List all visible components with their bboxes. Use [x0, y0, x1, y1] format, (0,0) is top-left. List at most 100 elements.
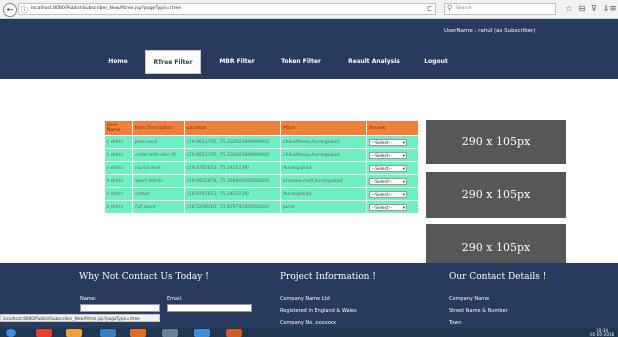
- user-label: UserName : rahul (as Subscriber): [444, 28, 536, 34]
- pocket-icon[interactable]: ⊽: [589, 3, 599, 15]
- contact-line: Town: [449, 320, 462, 326]
- chevron-down-icon: ▾: [402, 153, 405, 159]
- nav-token-filter[interactable]: Token Filter: [272, 50, 330, 74]
- cell-location: (19.8811705, 75.30202389999992): [184, 135, 281, 149]
- chevron-down-icon: ▾: [402, 192, 405, 198]
- cell-location: (19.8811705, 75.30202389999992): [184, 148, 281, 162]
- review-select[interactable]: --Select-- ▾: [369, 203, 407, 211]
- review-select-value: --Select--: [372, 192, 392, 198]
- project-line: Company No. xxxxxxx: [280, 320, 336, 326]
- chevron-down-icon: ▾: [402, 205, 405, 211]
- cell-item-name: t-shirts: [104, 187, 133, 201]
- cell-review: --Select-- ▾: [366, 187, 419, 201]
- search-icon: ⚲: [447, 4, 453, 12]
- cell-review: --Select-- ▾: [366, 135, 419, 149]
- cell-location: (18.5204303, 73.85674360000002): [184, 200, 281, 214]
- cell-item-name: t-shirts: [104, 161, 133, 175]
- project-line: Registered in England & Wales: [280, 308, 357, 314]
- browser-search-box[interactable]: ⚲ Search: [444, 3, 556, 15]
- chevron-down-icon: ▾: [402, 140, 405, 146]
- project-info-title: Project Information !: [280, 272, 376, 282]
- cell-item-description: collar with slim fit: [132, 148, 185, 162]
- col-review: Review: [366, 120, 419, 136]
- address-bar[interactable]: ⓘ localhost:8080/PublishSubscriber_New/R…: [18, 3, 436, 15]
- email-input[interactable]: [167, 304, 252, 312]
- name-input[interactable]: [80, 304, 160, 312]
- cell-review: --Select-- ▾: [366, 161, 419, 175]
- cell-location: (19.8921876, 75.36680500000003): [184, 174, 281, 188]
- cell-item-description: cotton: [132, 187, 185, 201]
- review-select[interactable]: --Select-- ▾: [369, 190, 407, 198]
- review-select-value: --Select--: [372, 166, 392, 172]
- ad-placeholder: 290 x 105px: [426, 172, 566, 218]
- cell-item-description: round neck: [132, 161, 185, 175]
- table-row: t-shirts round neck (19.8761653, 75.3433…: [104, 161, 419, 175]
- cell-item-description: polo neck: [132, 135, 185, 149]
- url-text[interactable]: localhost:8080/PublishSubscriber_New/Rtr…: [31, 6, 181, 11]
- file-explorer-icon[interactable]: [100, 329, 116, 337]
- table-row: t-shirts polo neck (19.8811705, 75.30202…: [104, 135, 419, 149]
- review-select-value: --Select--: [372, 205, 392, 211]
- cell-place: chikalthana,Aurangabad: [280, 148, 367, 162]
- browser-toolbar: ← ⓘ localhost:8080/PublishSubscriber_New…: [0, 0, 618, 19]
- cell-place: chikalthana,Aurangabad: [280, 135, 367, 149]
- email-label: Email:: [167, 296, 183, 302]
- col-item-description: Item Description: [132, 120, 185, 136]
- ad-placeholder: 290 x 105px: [426, 120, 566, 164]
- col-place: Place: [280, 120, 367, 136]
- start-button-icon[interactable]: [6, 329, 16, 337]
- table-row: t-shirts cotton (19.8761653, 75.3433139)…: [104, 187, 419, 201]
- java-icon[interactable]: [226, 329, 242, 337]
- review-select-value: --Select--: [372, 140, 392, 146]
- chevron-down-icon: ▾: [402, 166, 405, 172]
- cell-review: --Select-- ▾: [366, 200, 419, 214]
- table-row: t-shirts full sleve (18.5204303, 73.8567…: [104, 200, 419, 214]
- cell-place: prozone mall,Aurangabad: [280, 174, 367, 188]
- contact-line: Company Name: [449, 296, 490, 302]
- nav-logout[interactable]: Logout: [418, 50, 454, 74]
- col-item-name: Item Name: [104, 120, 133, 136]
- paint-icon[interactable]: [66, 329, 82, 337]
- cell-place: Aurangabad: [280, 187, 367, 201]
- cell-item-description: sport tshirts: [132, 174, 185, 188]
- contact-line: Street Name & Number: [449, 308, 508, 314]
- contact-details-title: Our Contact Details !: [449, 272, 547, 282]
- browser-app-icon[interactable]: [194, 329, 210, 337]
- bookmark-star-icon[interactable]: ☆: [564, 3, 574, 15]
- review-select[interactable]: --Select-- ▾: [369, 151, 407, 159]
- cell-item-name: t-shirts: [104, 135, 133, 149]
- cell-place: pune: [280, 200, 367, 214]
- search-placeholder: Search: [456, 6, 472, 11]
- media-player-icon[interactable]: [130, 329, 146, 337]
- menu-icon[interactable]: ≡: [608, 3, 618, 15]
- reader-icon[interactable]: ⊟: [577, 3, 587, 15]
- cell-location: (19.8761653, 75.3433139): [184, 187, 281, 201]
- col-location: Location: [184, 120, 281, 136]
- review-select-value: --Select--: [372, 153, 392, 159]
- opera-icon[interactable]: [36, 329, 52, 337]
- review-select[interactable]: --Select-- ▾: [369, 164, 407, 172]
- cell-review: --Select-- ▾: [366, 148, 419, 162]
- project-line: Company Name Ltd: [280, 296, 330, 302]
- cell-item-description: full sleve: [132, 200, 185, 214]
- back-arrow-icon[interactable]: ←: [3, 3, 17, 17]
- nav-result-analysis[interactable]: Result Analysis: [339, 50, 409, 74]
- app-icon[interactable]: [162, 329, 178, 337]
- info-icon[interactable]: ⓘ: [21, 5, 28, 15]
- clock-date: 01-05-2016: [590, 332, 615, 337]
- table-header-row: Item Name Item Description Location Plac…: [104, 120, 419, 136]
- review-select[interactable]: --Select-- ▾: [369, 177, 407, 185]
- table-row: t-shirts sport tshirts (19.8921876, 75.3…: [104, 174, 419, 188]
- items-table-wrapper: Item Name Item Description Location Plac…: [104, 120, 419, 214]
- cell-item-name: t-shirts: [104, 148, 133, 162]
- review-select-value: --Select--: [372, 179, 392, 185]
- review-select[interactable]: --Select-- ▾: [369, 138, 407, 146]
- chevron-down-icon: ▾: [402, 179, 405, 185]
- reload-icon[interactable]: C: [427, 5, 432, 13]
- cell-location: (19.8761653, 75.3433139): [184, 161, 281, 175]
- cell-place: Aurangabad: [280, 161, 367, 175]
- nav-rtree-filter[interactable]: RTree Filter: [145, 50, 201, 74]
- nav-mbr-filter[interactable]: MBR Filter: [211, 50, 263, 74]
- windows-taskbar: [0, 328, 618, 337]
- nav-home[interactable]: Home: [102, 50, 134, 74]
